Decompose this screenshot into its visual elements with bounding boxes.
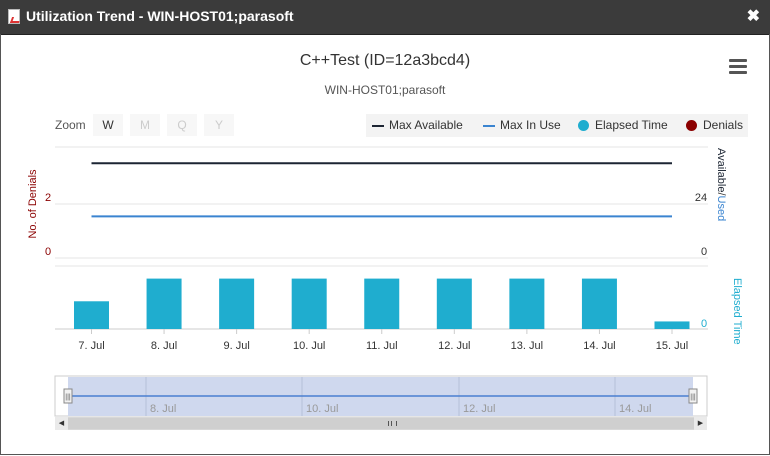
navigator-label: 10. Jul [306,403,338,415]
x-axis-label: 9. Jul [223,340,249,352]
denials-tick: 2 [45,192,51,204]
navigator-scrollbar[interactable]: ◀ ▶ [55,417,707,430]
x-axis-label: 15. Jul [656,340,688,352]
navigator-label: 12. Jul [463,403,495,415]
elapsed-tick: 0 [701,318,707,330]
available-axis-title: Available/Used [715,148,727,221]
x-axis-labels: 7. Jul 8. Jul 9. Jul 10. Jul 11. Jul 12. Jul 1… [78,329,688,352]
elapsed-time-bar[interactable] [364,278,400,329]
x-axis-label: 12. Jul [438,340,470,352]
scroll-right-arrow-icon[interactable]: ▶ [694,417,707,430]
series-layer [74,162,690,329]
x-axis-label: 7. Jul [78,340,104,352]
elapsed-time-bar[interactable] [146,278,182,329]
available-axis-title-part1: Available [715,148,727,192]
scroll-left-arrow-icon[interactable]: ◀ [55,417,68,430]
available-tick: 0 [701,246,707,258]
elapsed-time-bar[interactable] [581,278,617,329]
denials-axis-title: No. of Denials [27,169,39,239]
elapsed-time-bar[interactable] [291,278,327,329]
navigator-right-handle-grip: ||| [690,394,696,401]
scrollbar-grip-icon [388,421,397,426]
elapsed-axis-title: Elapsed Time [731,278,743,345]
x-axis-label: 11. Jul [366,340,398,352]
elapsed-time-bar[interactable] [436,278,472,329]
x-axis-label: 8. Jul [151,340,177,352]
elapsed-time-bar[interactable] [509,278,545,329]
available-tick: 24 [695,192,707,204]
x-axis-label: 10. Jul [293,340,325,352]
x-axis-label: 13. Jul [511,340,543,352]
navigator-label: 8. Jul [150,403,176,415]
elapsed-time-bar[interactable] [654,321,690,329]
navigator-left-handle-grip: ||| [65,394,71,401]
scrollbar-thumb[interactable] [68,418,694,429]
x-axis-label: 14. Jul [583,340,615,352]
available-axis-title-part2: Used [715,196,727,222]
navigator-label: 14. Jul [619,403,651,415]
elapsed-time-bar[interactable] [74,301,109,329]
elapsed-time-bar[interactable] [219,278,255,329]
utilization-chart: 7. Jul 8. Jul 9. Jul 10. Jul 11. Jul 12. Jul 1… [27,146,743,417]
denials-tick: 0 [45,246,51,258]
